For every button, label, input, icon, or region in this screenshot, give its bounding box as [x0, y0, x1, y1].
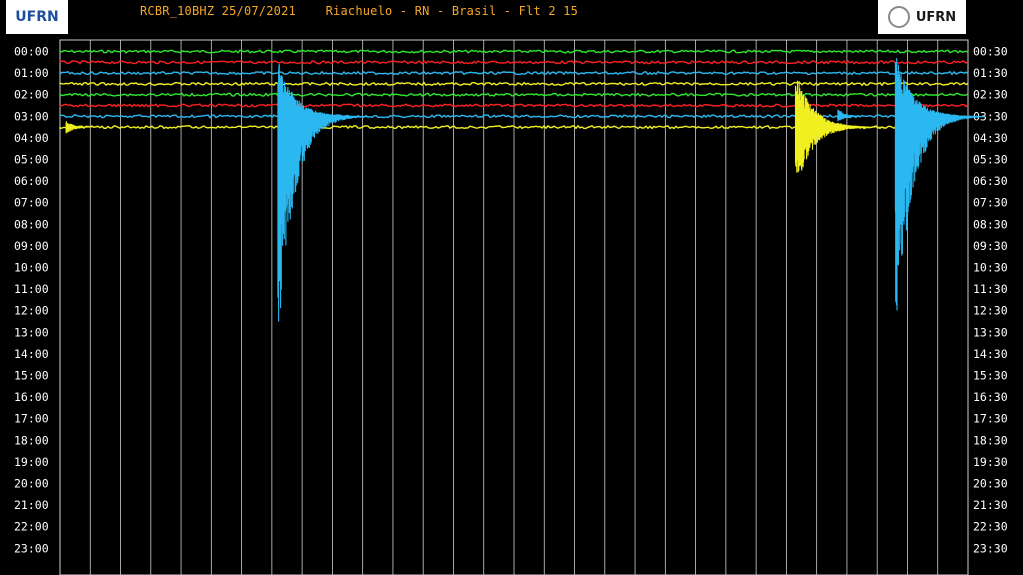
y-left-tick-label: 11:00 — [14, 282, 49, 296]
y-right-tick-label: 12:30 — [973, 304, 1008, 318]
y-left-tick-label: 13:00 — [14, 325, 49, 339]
y-left-tick-label: 01:00 — [14, 66, 49, 80]
y-right-tick-label: 18:30 — [973, 433, 1008, 447]
y-right-tick-label: 09:30 — [973, 239, 1008, 253]
seismogram-chart: 00:00 01:00 02:00 03:00 04:00 05:00 06:00 07:00… — [14, 39, 1008, 575]
y-left-tick-label: 05:00 — [14, 153, 49, 167]
y-left-tick-label: 17:00 — [14, 412, 49, 426]
y-left-tick-label: 10:00 — [14, 261, 49, 275]
y-right-tick-label: 00:30 — [973, 45, 1008, 59]
y-right-tick-label: 22:30 — [973, 520, 1008, 534]
y-left-tick-label: 08:00 — [14, 217, 49, 231]
y-right-tick-label: 01:30 — [973, 66, 1008, 80]
y-right-tick-label: 17:30 — [973, 412, 1008, 426]
seismic-event — [894, 58, 986, 311]
y-right-tick-label: 21:30 — [973, 498, 1008, 512]
y-left-tick-label: 12:00 — [14, 304, 49, 318]
y-left-tick-label: 00:00 — [14, 45, 49, 59]
y-right-tick-label: 04:30 — [973, 131, 1008, 145]
y-left-tick-label: 07:00 — [14, 196, 49, 210]
y-right-tick-label: 05:30 — [973, 153, 1008, 167]
y-right-tick-label: 20:30 — [973, 477, 1008, 491]
y-right-tick-label: 02:30 — [973, 88, 1008, 102]
y-right-tick-label: 16:30 — [973, 390, 1008, 404]
y-left-tick-label: 16:00 — [14, 390, 49, 404]
y-right-tick-label: 13:30 — [973, 325, 1008, 339]
seismic-event — [277, 63, 369, 322]
y-right-tick-label: 07:30 — [973, 196, 1008, 210]
y-left-tick-label: 19:00 — [14, 455, 49, 469]
y-left-tick-label: 04:00 — [14, 131, 49, 145]
y-left-tick-label: 15:00 — [14, 369, 49, 383]
y-right-tick-label: 14:30 — [973, 347, 1008, 361]
y-right-tick-label: 15:30 — [973, 369, 1008, 383]
y-left-tick-label: 20:00 — [14, 477, 49, 491]
y-left-tick-label: 09:00 — [14, 239, 49, 253]
y-left-tick-label: 03:00 — [14, 109, 49, 123]
y-right-tick-label: 10:30 — [973, 261, 1008, 275]
y-right-tick-label: 06:30 — [973, 174, 1008, 188]
y-left-tick-label: 23:00 — [14, 541, 49, 555]
y-left-tick-label: 21:00 — [14, 498, 49, 512]
y-left-tick-label: 14:00 — [14, 347, 49, 361]
y-right-tick-label: 23:30 — [973, 541, 1008, 555]
y-right-tick-label: 08:30 — [973, 217, 1008, 231]
y-left-tick-label: 18:00 — [14, 433, 49, 447]
y-left-tick-label: 22:00 — [14, 520, 49, 534]
seismic-trace — [59, 124, 905, 130]
y-left-tick-label: 02:00 — [14, 88, 49, 102]
y-right-tick-label: 11:30 — [973, 282, 1008, 296]
y-left-tick-label: 06:00 — [14, 174, 49, 188]
y-right-tick-label: 19:30 — [973, 455, 1008, 469]
